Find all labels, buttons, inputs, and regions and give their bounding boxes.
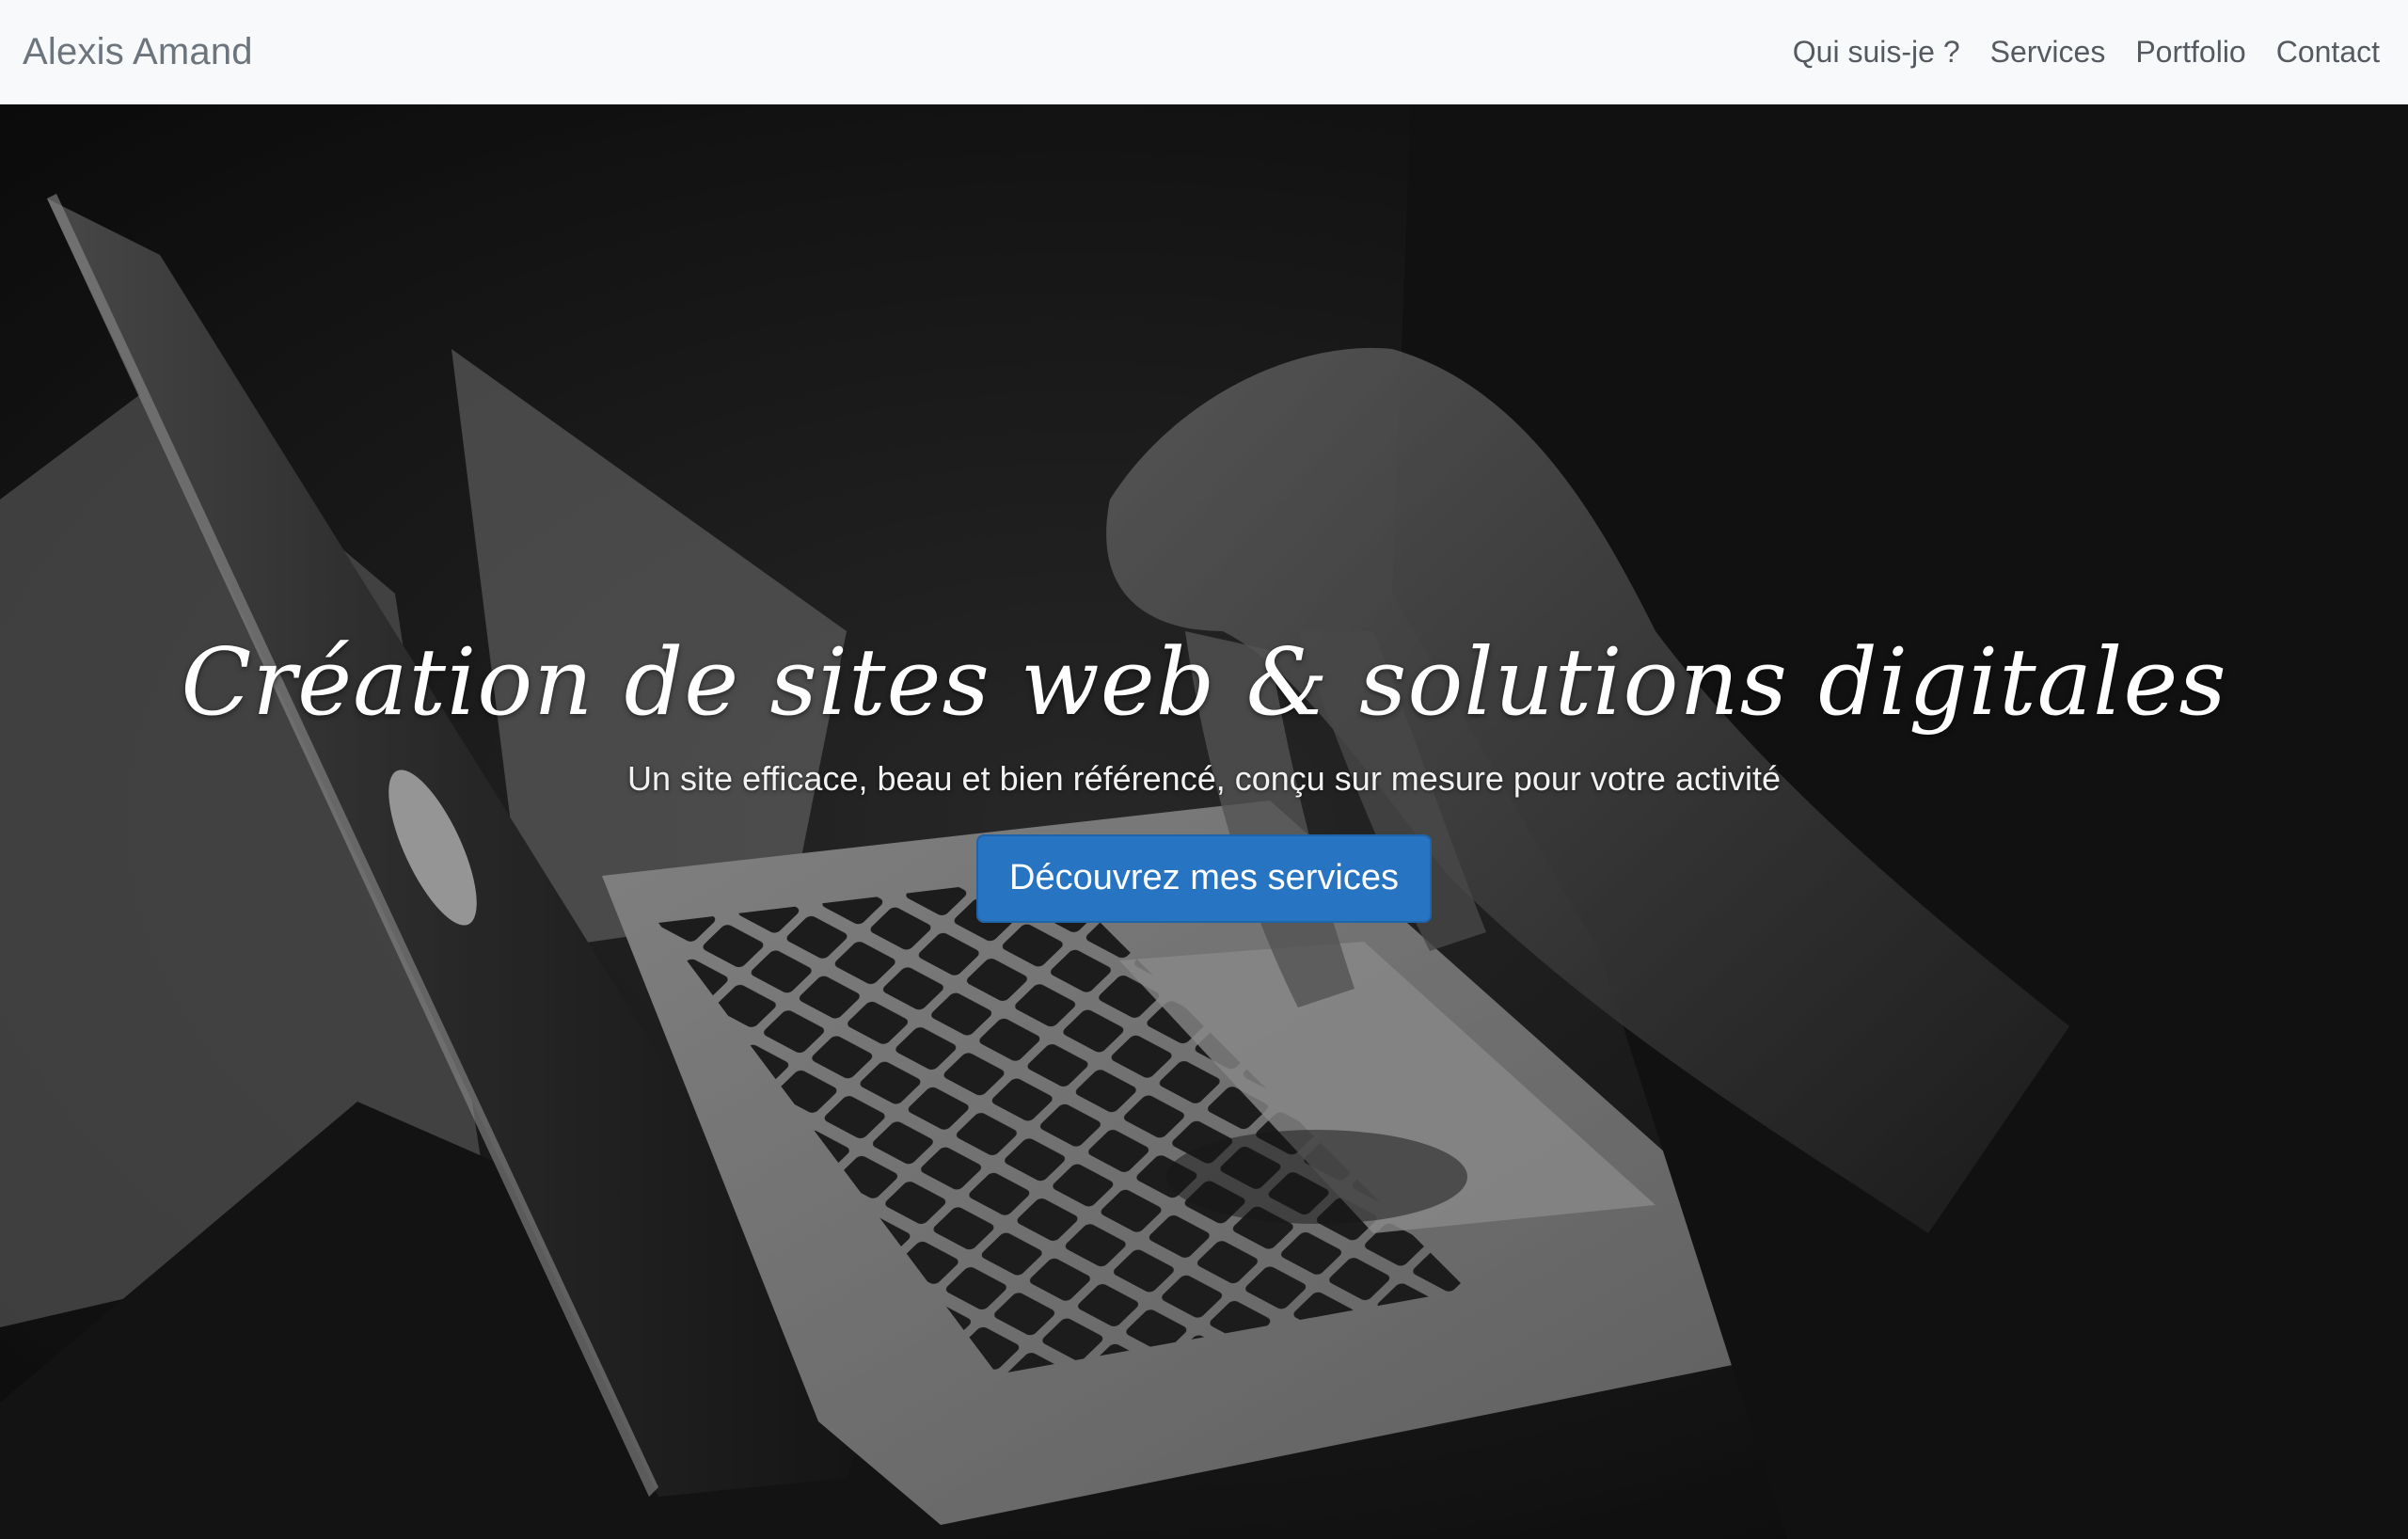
hero-section: Création de sites web & solutions digita… <box>0 104 2408 1539</box>
hero-subtitle: Un site efficace, beau et bien référencé… <box>627 759 1781 798</box>
hero-title: Création de sites web & solutions digita… <box>181 629 2227 737</box>
nav-link-services[interactable]: Services <box>1975 35 2121 70</box>
discover-services-button[interactable]: Découvrez mes services <box>976 834 1432 923</box>
nav-link-contact[interactable]: Contact <box>2261 35 2395 70</box>
nav-links: Qui suis-je ? Services Portfolio Contact <box>1778 35 2395 70</box>
navbar: Alexis Amand Qui suis-je ? Services Port… <box>0 0 2408 104</box>
brand-link[interactable]: Alexis Amand <box>23 31 253 73</box>
nav-link-portfolio[interactable]: Portfolio <box>2120 35 2260 70</box>
nav-link-qui-suis-je[interactable]: Qui suis-je ? <box>1778 35 1975 70</box>
hero-content: Création de sites web & solutions digita… <box>0 612 2408 923</box>
